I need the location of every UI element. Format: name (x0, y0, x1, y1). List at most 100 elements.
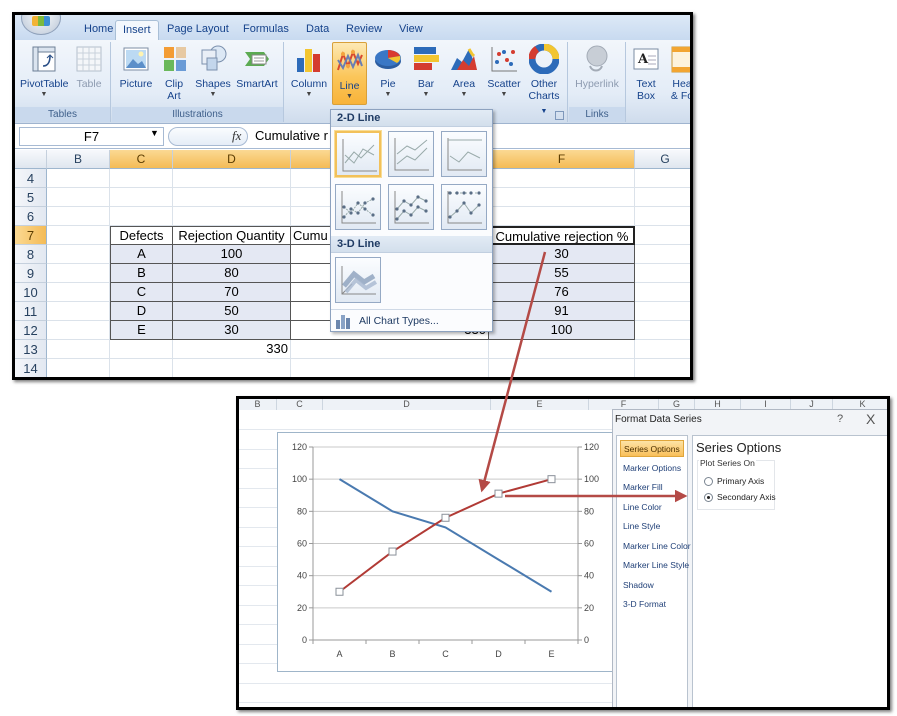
cell[interactable] (173, 188, 291, 207)
header-footer-button[interactable]: Hea & Fo (665, 44, 690, 102)
row-header-5[interactable]: 5 (15, 188, 47, 207)
tab-home[interactable]: Home (77, 20, 120, 40)
column-chart-button[interactable]: Column ▼ (289, 44, 329, 99)
nav-item-marker-line-color[interactable]: Marker Line Color (620, 538, 691, 555)
hyperlink-button[interactable]: Hyperlink (572, 44, 622, 90)
column-header-c[interactable]: C (110, 150, 173, 169)
stacked-line-with-markers-option[interactable] (388, 184, 434, 230)
nav-item-line-color[interactable]: Line Color (620, 499, 684, 516)
series-line-rejection-quantity[interactable] (338, 478, 553, 593)
text-box-button[interactable]: A Text Box (631, 44, 661, 102)
nav-item-marker-options[interactable]: Marker Options (620, 460, 684, 477)
cell[interactable] (635, 188, 690, 207)
cell[interactable] (635, 226, 690, 245)
cell[interactable] (47, 188, 110, 207)
primary-axis-radio[interactable]: Primary Axis (704, 476, 764, 487)
table-cell-qty[interactable]: 50 (173, 302, 291, 321)
nav-item-series-options[interactable]: Series Options (620, 440, 684, 457)
header-defects[interactable]: Defects (110, 226, 173, 245)
all-chart-types-button[interactable]: All Chart Types... (331, 309, 492, 331)
line-chart[interactable]: 0 0 20 20 40 40 60 60 80 80 100 100 120 120 A B C D E (278, 433, 614, 673)
tab-review[interactable]: Review (339, 20, 389, 40)
cell[interactable] (47, 207, 110, 226)
100-stacked-line-with-markers-option[interactable] (441, 184, 487, 230)
cell[interactable] (635, 245, 690, 264)
cell[interactable] (635, 169, 690, 188)
bar-chart-button[interactable]: Bar ▼ (409, 44, 443, 99)
table-cell-defect[interactable]: B (110, 264, 173, 283)
table-cell-qty[interactable]: 80 (173, 264, 291, 283)
cell[interactable] (110, 340, 173, 359)
pivottable-button[interactable]: PivotTable ▼ (20, 44, 68, 99)
select-all-corner[interactable] (15, 150, 47, 169)
row-header-14[interactable]: 14 (15, 359, 47, 377)
table-cell-defect[interactable]: E (110, 321, 173, 340)
cell[interactable] (47, 283, 110, 302)
column-header-c[interactable]: C (277, 399, 323, 410)
nav-item-3-d-format[interactable]: 3-D Format (620, 596, 684, 613)
header-cumulative-rejection-pct[interactable]: Cumulative rejection % (489, 226, 635, 245)
cell[interactable] (291, 359, 489, 377)
series-line-cumulative-pct[interactable] (338, 478, 552, 593)
office-button[interactable] (21, 15, 61, 35)
table-cell-pct[interactable]: 100 (489, 321, 635, 340)
nav-item-line-style[interactable]: Line Style (620, 518, 684, 535)
pie-chart-button[interactable]: Pie ▼ (371, 44, 405, 99)
column-header-d[interactable]: D (173, 150, 291, 169)
row-header-10[interactable]: 10 (15, 283, 47, 302)
cell[interactable] (489, 207, 635, 226)
tab-data[interactable]: Data (299, 20, 336, 40)
cell[interactable] (110, 188, 173, 207)
table-cell-defect[interactable]: C (110, 283, 173, 302)
cell[interactable] (635, 359, 690, 377)
table-cell-qty[interactable]: 30 (173, 321, 291, 340)
row-header-4[interactable]: 4 (15, 169, 47, 188)
row-header-13[interactable]: 13 (15, 340, 47, 359)
help-icon[interactable]: ? (837, 413, 843, 425)
cell[interactable] (489, 169, 635, 188)
stacked-line-chart-option[interactable] (388, 131, 434, 177)
close-icon[interactable]: X (866, 411, 875, 427)
picture-button[interactable]: Picture (116, 44, 156, 90)
series-selection-handle[interactable] (388, 547, 397, 556)
cell[interactable] (635, 321, 690, 340)
name-box[interactable]: F7 (19, 127, 164, 146)
column-header-d[interactable]: D (323, 399, 491, 410)
cell[interactable] (173, 359, 291, 377)
area-chart-button[interactable]: Area ▼ (447, 44, 481, 99)
table-cell-pct[interactable]: 76 (489, 283, 635, 302)
chart-area[interactable]: 0 0 20 20 40 40 60 60 80 80 100 100 120 120 A B C D E (277, 432, 613, 672)
cell[interactable] (47, 321, 110, 340)
column-header-b[interactable]: B (47, 150, 110, 169)
table-cell-defect[interactable]: D (110, 302, 173, 321)
table-cell-qty[interactable]: 70 (173, 283, 291, 302)
cell[interactable] (47, 264, 110, 283)
series-selection-handle[interactable] (335, 587, 344, 596)
shapes-button[interactable]: Shapes ▼ (194, 44, 232, 99)
formula-input[interactable]: Cumulative r (255, 128, 328, 143)
cell[interactable] (110, 207, 173, 226)
table-cell-pct[interactable]: 91 (489, 302, 635, 321)
column-header-g[interactable]: G (635, 150, 690, 169)
tab-formulas[interactable]: Formulas (236, 20, 296, 40)
secondary-axis-radio[interactable]: Secondary Axis (704, 492, 776, 503)
cell[interactable] (635, 283, 690, 302)
column-header-b[interactable]: B (239, 399, 277, 410)
cell[interactable] (291, 340, 489, 359)
table-cell-pct[interactable]: 30 (489, 245, 635, 264)
cell[interactable] (47, 340, 110, 359)
series-selection-handle[interactable] (441, 513, 450, 522)
table-cell-qty[interactable]: 100 (173, 245, 291, 264)
line-with-markers-option[interactable] (335, 184, 381, 230)
nav-item-marker-fill[interactable]: Marker Fill (620, 479, 684, 496)
cell[interactable] (489, 340, 635, 359)
row-header-9[interactable]: 9 (15, 264, 47, 283)
cell[interactable] (173, 207, 291, 226)
smartart-button[interactable]: SmartArt (234, 44, 280, 90)
nav-item-marker-line-style[interactable]: Marker Line Style (620, 557, 689, 574)
cell[interactable] (47, 302, 110, 321)
cell[interactable] (47, 245, 110, 264)
cell[interactable] (489, 359, 635, 377)
column-header-f[interactable]: F (489, 150, 635, 169)
cell[interactable] (173, 169, 291, 188)
